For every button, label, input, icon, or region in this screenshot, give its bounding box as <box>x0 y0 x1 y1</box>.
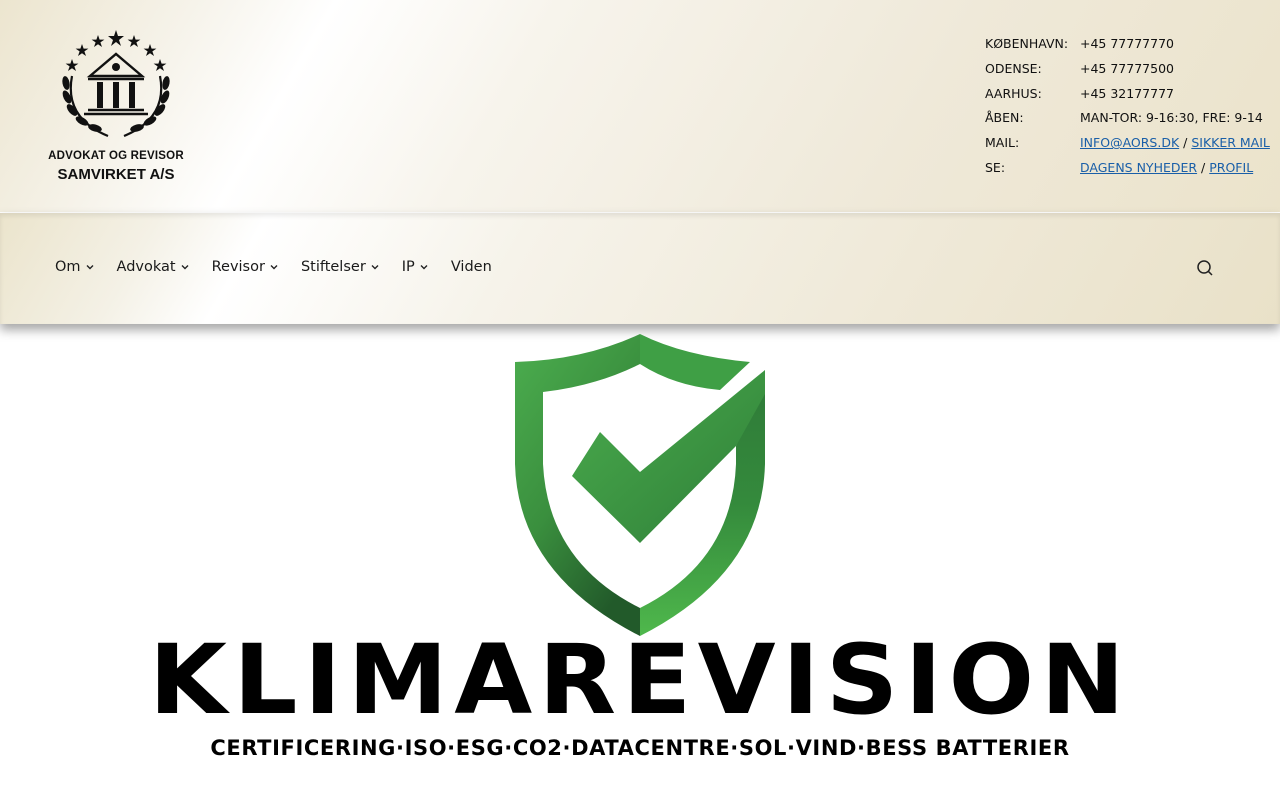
nav-item-label: Advokat <box>116 259 176 275</box>
nav-item-stiftelser[interactable]: Stiftelser <box>301 259 380 275</box>
logo-text-line1: ADVOKAT OG REVISOR <box>48 150 184 162</box>
nav-item-revisor[interactable]: Revisor <box>212 259 279 275</box>
se-links: DAGENS NYHEDER / PROFIL <box>1080 158 1253 178</box>
contact-phone: +45 77777770 <box>1080 36 1174 51</box>
chevron-down-icon <box>181 265 189 270</box>
nav-item-ip[interactable]: IP <box>402 259 429 275</box>
email-link[interactable]: INFO@AORS.DK <box>1080 135 1179 150</box>
chevron-down-icon <box>371 265 379 270</box>
contact-phone: +45 77777500 <box>1080 60 1174 76</box>
contact-phone: +45 32177777 <box>1080 85 1174 101</box>
contact-label: MAIL: <box>985 135 1020 151</box>
nav-item-label: Stiftelser <box>300 259 366 275</box>
nav-item-om[interactable]: Om <box>55 259 95 275</box>
nav-item-label: Om <box>55 259 81 275</box>
chevron-down-icon <box>86 265 94 270</box>
nav-item-advokat[interactable]: Advokat <box>117 259 190 275</box>
search-icon <box>1197 260 1213 276</box>
secure-mail-link[interactable]: SIKKER MAIL <box>1191 135 1270 150</box>
hero-title: KLIMAREVISION <box>148 624 1132 736</box>
contact-label: ÅBEN: <box>985 110 1024 126</box>
profile-link[interactable]: PROFIL <box>1209 160 1253 175</box>
contact-label: AARHUS: <box>985 85 1042 101</box>
nav-item-label: Viden <box>450 259 492 275</box>
search-button[interactable] <box>1195 258 1215 278</box>
logo-text-line2: SAMVIRKET A/S <box>57 166 175 183</box>
contact-label: SE: <box>985 159 1006 175</box>
daily-news-link[interactable]: DAGENS NYHEDER <box>1080 160 1197 175</box>
shield-check-icon <box>514 334 766 638</box>
header-top: ADVOKAT OG REVISOR SAMVIRKET A/S KØBENHA… <box>0 0 1280 212</box>
main-navigation: Om Advokat Revisor Stiftelser IP Viden <box>0 213 1280 324</box>
mail-links: INFO@AORS.DK / SIKKER MAIL <box>1080 133 1270 153</box>
opening-hours: MAN-TOR: 9-16:30, FRE: 9-14 <box>1080 110 1263 126</box>
link-separator: / <box>1197 159 1210 175</box>
link-separator: / <box>1179 135 1192 151</box>
nav-item-label: IP <box>401 259 415 275</box>
chevron-down-icon <box>270 265 278 270</box>
site-logo[interactable]: ADVOKAT OG REVISOR SAMVIRKET A/S <box>42 28 192 188</box>
contact-label: KØBENHAVN: <box>985 36 1069 51</box>
nav-menu: Om Advokat Revisor Stiftelser IP Viden <box>55 259 514 275</box>
courthouse-laurel-stars-emblem-icon <box>62 30 170 138</box>
nav-item-viden[interactable]: Viden <box>451 259 492 275</box>
nav-item-label: Revisor <box>211 259 265 275</box>
chevron-down-icon <box>420 265 428 270</box>
hero-subtitle: CERTIFICERING·ISO·ESG·CO2·DATACENTRE·SOL… <box>210 736 1070 760</box>
contact-label: ODENSE: <box>985 60 1042 76</box>
